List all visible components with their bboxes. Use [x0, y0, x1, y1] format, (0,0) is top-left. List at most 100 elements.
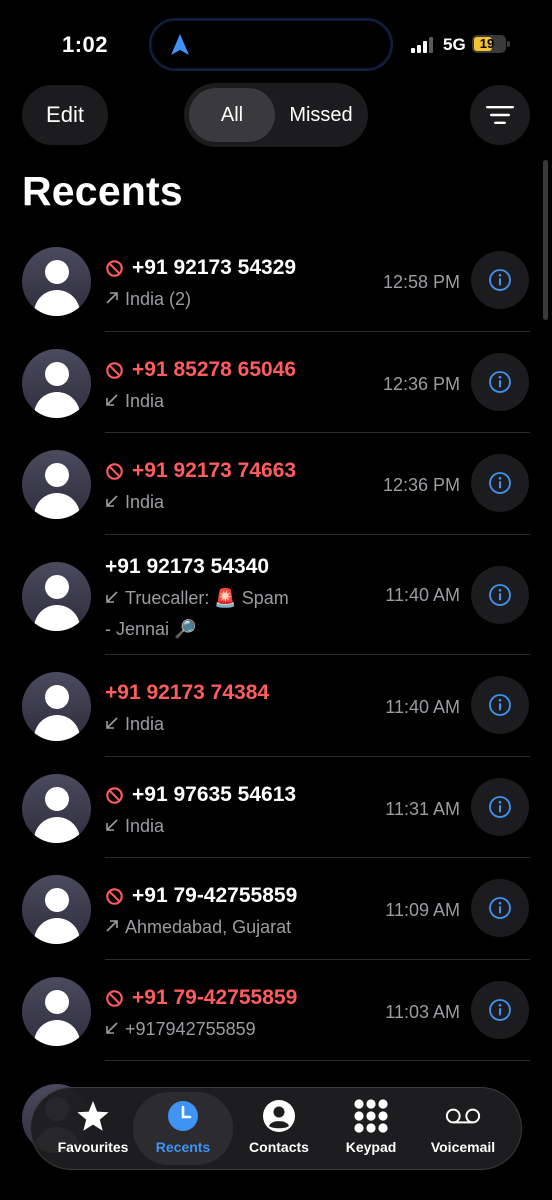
call-detail: India (2) [105, 289, 191, 310]
call-time: 11:31 AM [385, 799, 460, 819]
navigation-arrow-icon [171, 34, 189, 55]
info-button[interactable] [471, 251, 529, 309]
tab-favourites[interactable]: Favourites [47, 1092, 139, 1165]
call-title: +91 92173 74663 [105, 459, 296, 483]
outgoing-arrow-icon [106, 920, 118, 932]
blocked-icon [106, 462, 123, 480]
info-button[interactable] [471, 778, 529, 836]
blocked-icon [106, 989, 123, 1007]
call-time: 11:40 AM [385, 697, 460, 717]
tab-keypad[interactable]: Keypad [325, 1092, 417, 1165]
incoming-arrow-icon [106, 394, 118, 406]
call-row[interactable]: +91 79-42755859 +917942755859 11:03 AM [0, 960, 552, 1061]
call-title: +91 79-42755859 [105, 986, 297, 1010]
contact-avatar [22, 247, 91, 316]
call-row[interactable]: +91 92173 74384 India 11:40 AM [0, 655, 552, 757]
info-button[interactable] [471, 879, 529, 937]
row-divider [105, 1060, 530, 1061]
tab-label: Favourites [57, 1139, 129, 1155]
call-title: +91 97635 54613 [105, 783, 296, 807]
blocked-icon [106, 887, 123, 905]
call-row[interactable]: +91 85278 65046 India 12:36 PM [0, 332, 552, 433]
dynamic-island[interactable] [149, 18, 393, 71]
incoming-arrow-icon [106, 495, 118, 507]
phone-number: +91 92173 54340 [105, 555, 270, 578]
incoming-arrow-icon [106, 1022, 118, 1034]
call-detail-text: +917942755859 [125, 1019, 256, 1039]
call-title: +91 92173 74384 [105, 681, 269, 705]
tab-contacts[interactable]: Contacts [233, 1092, 325, 1165]
call-title: +91 92173 54329 [105, 256, 296, 280]
info-icon [489, 796, 511, 818]
info-icon [489, 584, 511, 606]
info-icon [489, 897, 511, 919]
contact-avatar [22, 774, 91, 843]
battery-level: 19 [479, 36, 495, 51]
blocked-icon [106, 786, 123, 804]
voicemail-icon [445, 1099, 481, 1133]
call-time: 12:36 PM [382, 374, 460, 394]
outgoing-arrow-icon [106, 292, 118, 304]
call-row[interactable]: +91 92173 74663 India 12:36 PM [0, 433, 552, 535]
cellular-signal-icon [411, 37, 433, 53]
phone-number: +91 97635 54613 [132, 783, 297, 806]
phone-number: +91 92173 54329 [132, 256, 297, 279]
call-detail-text: India [125, 391, 165, 411]
filter-lines-icon [486, 106, 514, 124]
edit-button[interactable]: Edit [22, 85, 108, 145]
contact-avatar [22, 977, 91, 1046]
tab-recents[interactable]: Recents [133, 1092, 233, 1165]
call-time: 11:40 AM [385, 585, 460, 605]
tab-label: Contacts [249, 1139, 309, 1155]
contact-avatar [22, 672, 91, 741]
info-button[interactable] [471, 566, 529, 624]
info-button[interactable] [471, 981, 529, 1039]
phone-number: +91 85278 65046 [132, 358, 297, 381]
call-title: +91 92173 54340 [105, 555, 269, 579]
person-circle-icon [261, 1099, 297, 1133]
call-detail: India [105, 816, 164, 837]
call-detail: Truecaller: 🚨 Spam [105, 588, 289, 609]
incoming-arrow-icon [106, 591, 118, 603]
call-time: 12:58 PM [382, 272, 460, 292]
clock-icon [165, 1099, 201, 1133]
blocked-icon [106, 259, 123, 277]
call-detail-text: Truecaller: 🚨 Spam [125, 588, 289, 608]
contact-avatar [22, 450, 91, 519]
call-filter-segmented-control: All Missed [184, 83, 368, 147]
segment-missed[interactable]: Missed [278, 88, 364, 142]
call-detail: +917942755859 [105, 1019, 256, 1040]
call-detail-text: India (2) [125, 289, 192, 309]
info-button[interactable] [471, 353, 529, 411]
info-icon [489, 694, 511, 716]
tab-voicemail[interactable]: Voicemail [417, 1092, 509, 1165]
battery-icon: 19 [472, 35, 506, 53]
call-row[interactable]: +91 79-42755859 Ahmedabad, Gujarat 11:09 A… [0, 858, 552, 960]
phone-number: +91 92173 74663 [132, 459, 297, 482]
contact-avatar [22, 875, 91, 944]
call-row[interactable]: +91 97635 54613 India 11:31 AM [0, 757, 552, 858]
call-row[interactable]: +91 92173 54340 Truecaller: 🚨 Spam - Jenna… [0, 535, 552, 655]
info-icon [489, 999, 511, 1021]
phone-number: +91 79-42755859 [132, 986, 298, 1009]
info-button[interactable] [471, 676, 529, 734]
call-detail: India [105, 492, 164, 513]
phone-number: +91 79-42755859 [132, 884, 298, 907]
call-title: +91 85278 65046 [105, 358, 296, 382]
call-row[interactable]: +91 92173 54329 India (2) 12:58 PM [0, 230, 552, 332]
call-detail-text: India [125, 492, 165, 512]
filter-button[interactable] [470, 85, 530, 145]
contact-avatar [22, 349, 91, 418]
call-time: 11:09 AM [385, 900, 460, 920]
call-detail-line2: - Jennai 🔎 [105, 619, 197, 639]
blocked-icon [106, 361, 123, 379]
call-title: +91 79-42755859 [105, 884, 297, 908]
call-time: 11:03 AM [385, 1002, 460, 1022]
call-time: 12:36 PM [382, 475, 460, 495]
tab-label: Recents [155, 1139, 211, 1155]
segment-all[interactable]: All [189, 88, 275, 142]
info-button[interactable] [471, 454, 529, 512]
contact-avatar [22, 562, 91, 631]
phone-number: +91 92173 74384 [105, 681, 270, 704]
status-bar: 1:02 5G 19 [0, 0, 552, 80]
